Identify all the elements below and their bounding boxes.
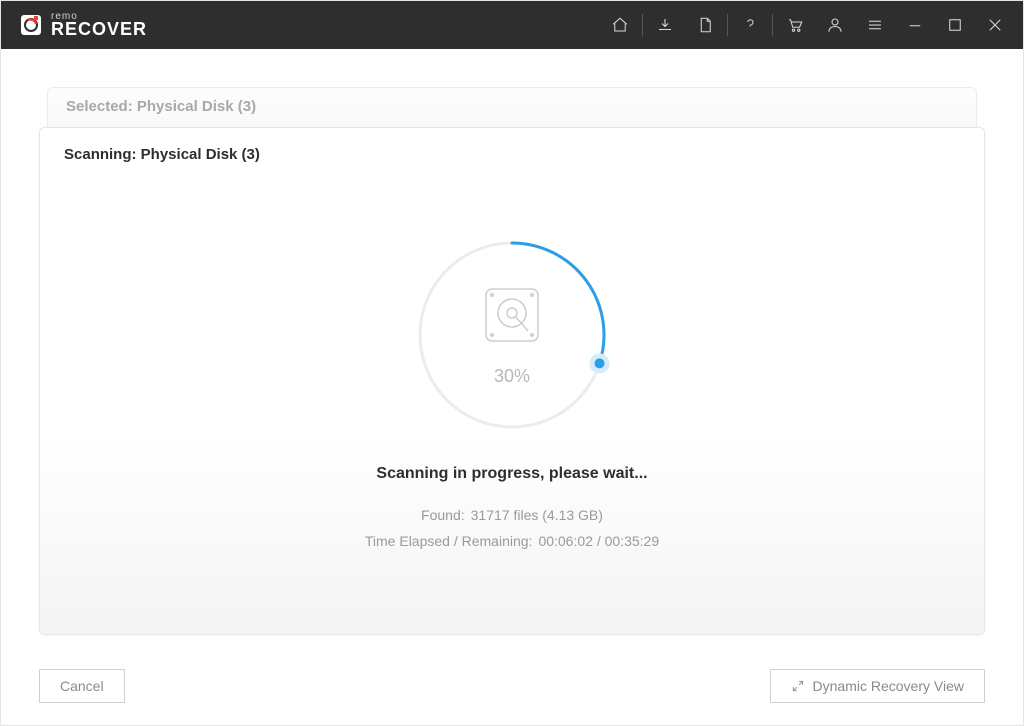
- document-icon[interactable]: [685, 1, 725, 49]
- maximize-icon[interactable]: [935, 1, 975, 49]
- time-value: 00:06:02 / 00:35:29: [538, 529, 659, 554]
- progress-ring: 30%: [412, 235, 612, 435]
- dynamic-recovery-label: Dynamic Recovery View: [813, 678, 964, 694]
- download-icon[interactable]: [645, 1, 685, 49]
- separator: [772, 14, 773, 36]
- separator: [642, 14, 643, 36]
- card-front-title: Scanning: Physical Disk (3): [64, 146, 960, 163]
- titlebar: remo RECOVER: [1, 1, 1023, 49]
- card-stack: Selected: Physical Disk (3) Scanning: Ph…: [39, 87, 985, 635]
- logo-text: remo RECOVER: [51, 12, 147, 37]
- card-back-title: Selected: Physical Disk (3): [66, 98, 256, 115]
- titlebar-actions: [600, 1, 1015, 49]
- found-label: Found:: [421, 503, 465, 528]
- separator: [727, 14, 728, 36]
- cancel-button[interactable]: Cancel: [39, 669, 125, 703]
- dynamic-recovery-button[interactable]: Dynamic Recovery View: [770, 669, 985, 703]
- logo-mark-icon: [19, 13, 43, 37]
- status-details: Found: 31717 files (4.13 GB) Time Elapse…: [365, 503, 659, 553]
- user-icon[interactable]: [815, 1, 855, 49]
- footer: Cancel Dynamic Recovery View: [39, 669, 985, 703]
- card-front: Scanning: Physical Disk (3): [39, 127, 985, 635]
- expand-icon: [791, 679, 805, 693]
- menu-icon[interactable]: [855, 1, 895, 49]
- status-title: Scanning in progress, please wait...: [376, 465, 647, 483]
- cart-icon[interactable]: [775, 1, 815, 49]
- time-label: Time Elapsed / Remaining:: [365, 529, 533, 554]
- found-value: 31717 files (4.13 GB): [471, 503, 603, 528]
- home-icon[interactable]: [600, 1, 640, 49]
- disk-icon: [480, 283, 544, 352]
- minimize-icon[interactable]: [895, 1, 935, 49]
- app-logo: remo RECOVER: [19, 12, 147, 37]
- main-content: Selected: Physical Disk (3) Scanning: Ph…: [1, 49, 1023, 725]
- progress-area: 30% Scanning in progress, please wait...…: [64, 173, 960, 616]
- cancel-button-label: Cancel: [60, 678, 104, 694]
- brand-main: RECOVER: [51, 21, 147, 37]
- help-icon[interactable]: [730, 1, 770, 49]
- close-icon[interactable]: [975, 1, 1015, 49]
- progress-percent: 30%: [494, 366, 530, 387]
